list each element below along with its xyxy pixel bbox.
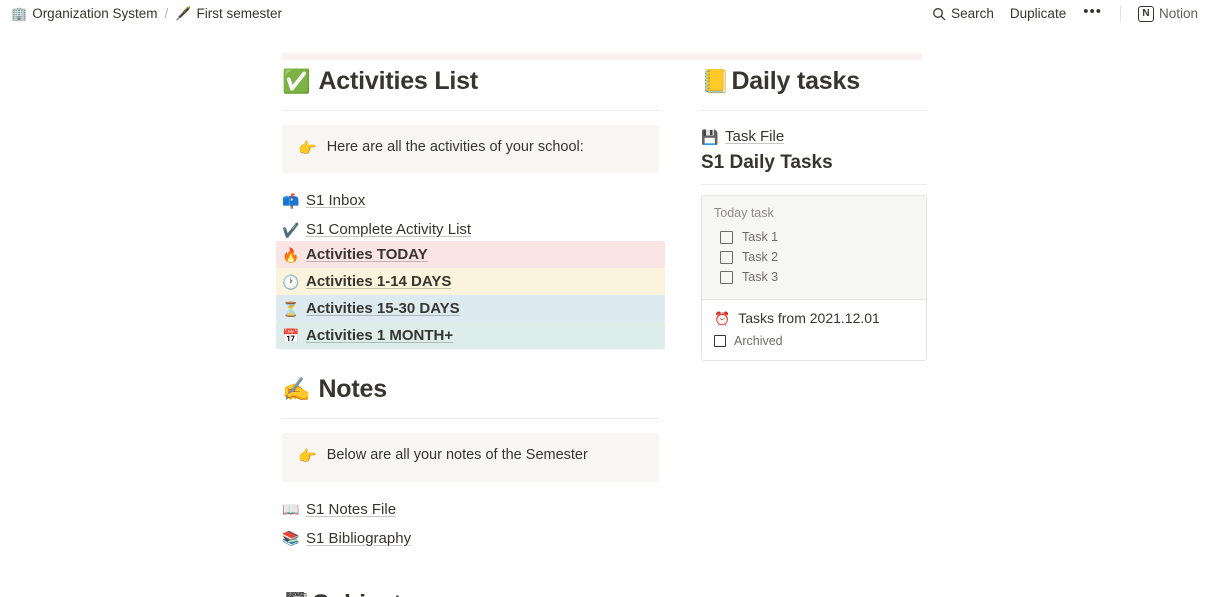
subjects-heading: 📓 Subjects bbox=[282, 590, 659, 597]
s1-daily-tasks-subheading: S1 Daily Tasks bbox=[701, 148, 927, 178]
archived-checkbox-row[interactable]: Archived bbox=[714, 334, 914, 348]
left-column: ✅ Activities List 👉 Here are all the act… bbox=[282, 67, 659, 597]
link-label: S1 Complete Activity List bbox=[306, 221, 471, 238]
books-icon: 📚 bbox=[282, 531, 298, 545]
pen-icon: 🖋️ bbox=[175, 7, 191, 20]
toolbar-divider bbox=[1120, 5, 1121, 22]
breadcrumb-label: First semester bbox=[196, 6, 282, 21]
activities-list-heading: ✅ Activities List bbox=[282, 67, 659, 100]
top-bar: 🏢 Organization System / 🖋️ First semeste… bbox=[0, 0, 1215, 27]
spacer bbox=[282, 349, 659, 375]
subheading-divider bbox=[701, 184, 927, 185]
office-building-icon: 🏢 bbox=[11, 7, 27, 20]
duplicate-button[interactable]: Duplicate bbox=[1003, 3, 1073, 24]
today-task-section: Today task Task 1 Task 2 Task 3 bbox=[702, 196, 926, 299]
content-columns: ✅ Activities List 👉 Here are all the act… bbox=[282, 67, 927, 597]
today-task-label: Today task bbox=[714, 206, 914, 220]
open-book-icon: 📖 bbox=[282, 502, 298, 516]
notes-callout: 👉 Below are all your notes of the Semest… bbox=[282, 433, 659, 481]
search-icon bbox=[932, 7, 946, 21]
notion-home-button[interactable]: N Notion bbox=[1131, 3, 1205, 25]
archived-tasks-section: ⏰ Tasks from 2021.12.01 Archived bbox=[702, 299, 926, 360]
link-activities-15-30-days[interactable]: ⏳ Activities 15-30 DAYS bbox=[276, 295, 665, 322]
notes-heading: ✍️ Notes bbox=[282, 375, 659, 408]
notion-label: Notion bbox=[1159, 6, 1198, 21]
scrolled-off-banner bbox=[282, 53, 922, 60]
ledger-notebook-icon: 📒 bbox=[701, 70, 729, 93]
link-label: Activities 15-30 DAYS bbox=[306, 300, 460, 317]
checkbox-icon[interactable] bbox=[720, 271, 733, 284]
daily-tasks-card: Today task Task 1 Task 2 Task 3 bbox=[701, 195, 927, 361]
link-label: S1 Inbox bbox=[306, 192, 365, 209]
pointing-right-icon: 👉 bbox=[298, 447, 317, 467]
mailbox-icon: 📫 bbox=[282, 194, 298, 208]
link-s1-complete-activity-list[interactable]: ✔️ S1 Complete Activity List bbox=[276, 218, 665, 241]
link-label: Task File bbox=[725, 128, 784, 145]
breadcrumb-separator: / bbox=[163, 6, 171, 21]
link-activities-1-month-plus[interactable]: 📅 Activities 1 MONTH+ bbox=[276, 322, 665, 349]
checkbox-icon[interactable] bbox=[720, 251, 733, 264]
alarm-clock-icon: ⏰ bbox=[714, 312, 730, 325]
archived-label: Archived bbox=[734, 334, 783, 348]
link-label: Activities 1-14 DAYS bbox=[306, 273, 451, 290]
check-mark-icon: ✔️ bbox=[282, 223, 298, 237]
fire-icon: 🔥 bbox=[282, 248, 298, 262]
spacer bbox=[282, 521, 659, 527]
section-title: Notes bbox=[318, 375, 386, 404]
spacer bbox=[282, 550, 659, 590]
ellipsis-icon: ••• bbox=[1083, 7, 1102, 17]
task-label: Task 3 bbox=[742, 270, 778, 284]
tasks-from-date-label: Tasks from 2021.12.01 bbox=[738, 310, 880, 326]
callout-text: Here are all the activities of your scho… bbox=[327, 139, 584, 155]
writing-hand-icon: ✍️ bbox=[282, 378, 310, 401]
tasks-from-date-title: ⏰ Tasks from 2021.12.01 bbox=[714, 310, 914, 326]
heading-divider bbox=[282, 418, 659, 419]
heading-divider bbox=[282, 110, 659, 111]
link-activities-1-14-days[interactable]: 🕐 Activities 1-14 DAYS bbox=[276, 268, 665, 295]
checkbox-icon[interactable] bbox=[714, 335, 726, 347]
link-task-file[interactable]: 💾 Task File bbox=[695, 125, 933, 148]
floppy-disk-icon: 💾 bbox=[701, 130, 717, 144]
breadcrumb: 🏢 Organization System / 🖋️ First semeste… bbox=[6, 4, 287, 23]
daily-tasks-heading: 📒 Daily tasks bbox=[701, 67, 927, 100]
task-label: Task 2 bbox=[742, 250, 778, 264]
section-title: Daily tasks bbox=[731, 67, 859, 96]
page-title: Activities List bbox=[318, 67, 478, 96]
link-label: S1 Bibliography bbox=[306, 530, 411, 547]
link-s1-notes-file[interactable]: 📖 S1 Notes File bbox=[276, 498, 665, 521]
link-label: Activities TODAY bbox=[306, 246, 428, 263]
task-item-1[interactable]: Task 1 bbox=[714, 227, 914, 247]
breadcrumb-item-organization-system[interactable]: 🏢 Organization System bbox=[6, 4, 163, 23]
link-s1-bibliography[interactable]: 📚 S1 Bibliography bbox=[276, 527, 665, 550]
calendar-icon: 📅 bbox=[282, 329, 298, 343]
link-s1-inbox[interactable]: 📫 S1 Inbox bbox=[276, 189, 665, 212]
section-title: Subjects bbox=[312, 590, 415, 597]
duplicate-label: Duplicate bbox=[1010, 6, 1066, 21]
breadcrumb-item-first-semester[interactable]: 🖋️ First semester bbox=[170, 4, 287, 23]
task-item-2[interactable]: Task 2 bbox=[714, 247, 914, 267]
check-mark-button-icon: ✅ bbox=[282, 70, 310, 93]
top-bar-actions: Search Duplicate ••• N Notion bbox=[925, 3, 1205, 25]
hourglass-icon: ⏳ bbox=[282, 302, 298, 316]
more-options-button[interactable]: ••• bbox=[1075, 4, 1110, 24]
link-activities-today[interactable]: 🔥 Activities TODAY bbox=[276, 241, 665, 268]
notion-logo-icon: N bbox=[1138, 6, 1154, 22]
search-label: Search bbox=[951, 6, 994, 21]
clock-icon: 🕐 bbox=[282, 275, 298, 289]
link-label: S1 Notes File bbox=[306, 501, 396, 518]
checkbox-icon[interactable] bbox=[720, 231, 733, 244]
breadcrumb-label: Organization System bbox=[32, 6, 157, 21]
right-column: 📒 Daily tasks 💾 Task File S1 Daily Tasks… bbox=[701, 67, 927, 597]
page-content: ✅ Activities List 👉 Here are all the act… bbox=[0, 27, 1215, 597]
heading-divider bbox=[701, 110, 927, 111]
task-item-3[interactable]: Task 3 bbox=[714, 267, 914, 287]
notebook-icon: 📓 bbox=[282, 593, 310, 597]
link-label: Activities 1 MONTH+ bbox=[306, 327, 453, 344]
activities-callout: 👉 Here are all the activities of your sc… bbox=[282, 125, 659, 173]
task-label: Task 1 bbox=[742, 230, 778, 244]
search-button[interactable]: Search bbox=[925, 3, 1001, 24]
pointing-right-icon: 👉 bbox=[298, 139, 317, 159]
callout-text: Below are all your notes of the Semester bbox=[327, 447, 588, 463]
